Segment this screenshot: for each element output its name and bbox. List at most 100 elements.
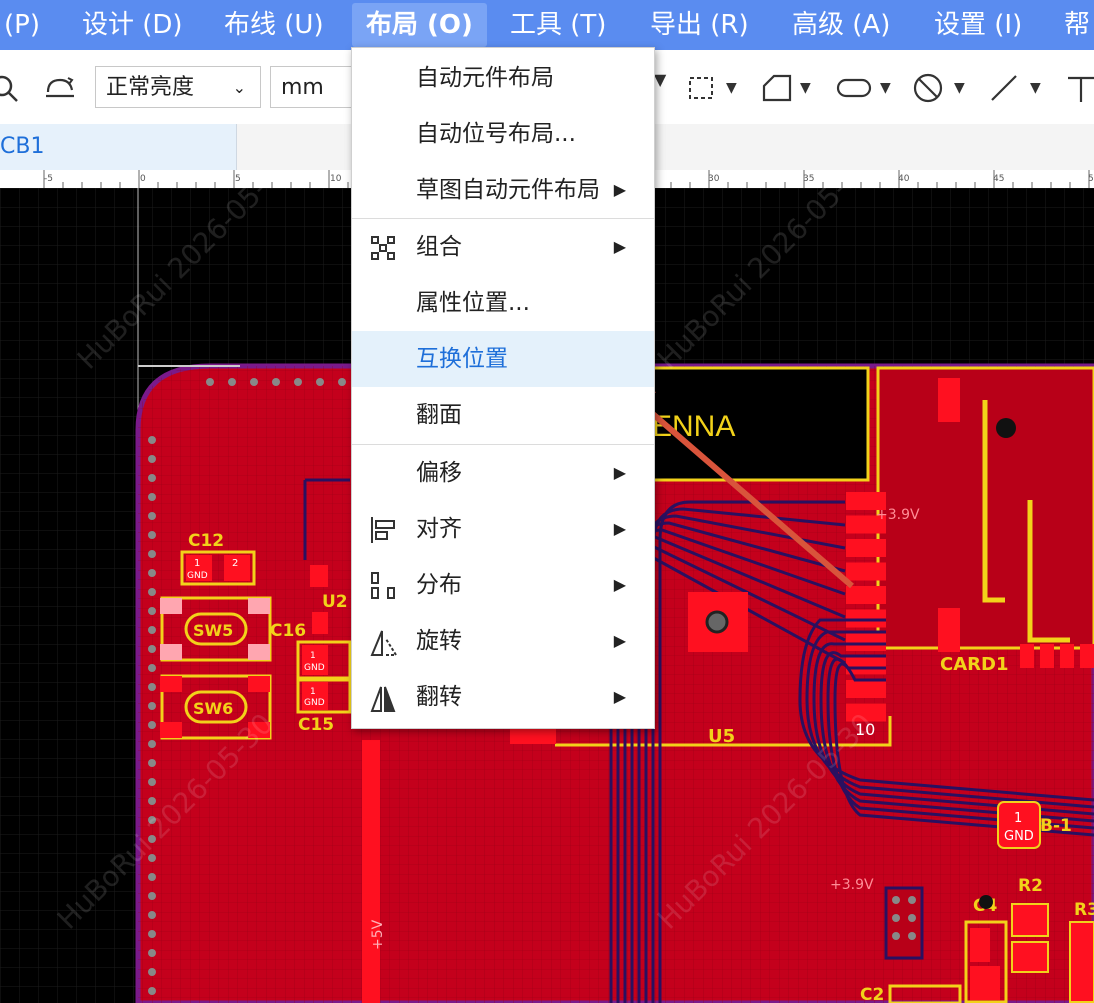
via [148, 778, 156, 786]
sw5-label: SW5 [193, 621, 233, 640]
menu-item-help[interactable]: 帮 [1050, 0, 1094, 50]
via [148, 512, 156, 520]
polygon-icon[interactable] [760, 70, 796, 106]
submenu-arrow-icon: ▶ [613, 180, 626, 199]
menu-auto-designator-place[interactable]: 自动位号布局... [352, 106, 654, 162]
unit-value: mm [281, 75, 324, 100]
menu-bar: (P) 设计 (D) 布线 (U) 布局 (O) 工具 (T) 导出 (R) 高… [0, 0, 1094, 50]
menu-item-place[interactable]: (P) [0, 0, 54, 50]
pad-net: GND [1004, 829, 1034, 844]
c2-label: C2 [860, 985, 884, 1003]
pad-number: 1 [1014, 811, 1022, 826]
c4-pad [970, 928, 990, 962]
menu-auto-place[interactable]: 自动元件布局 [352, 50, 654, 106]
via [148, 531, 156, 539]
no-entry-icon[interactable] [910, 70, 946, 106]
u2-pad [310, 565, 328, 587]
text-icon[interactable] [1064, 70, 1094, 106]
ruler-label: 45 [993, 174, 1004, 184]
module-pin [846, 539, 886, 557]
via [272, 378, 280, 386]
ruler-label: 0 [140, 174, 146, 184]
caret-icon[interactable]: ▼ [800, 80, 811, 96]
card-pad [938, 608, 960, 652]
brightness-select[interactable]: 正常亮度 ⌄ [95, 66, 261, 108]
via [338, 378, 346, 386]
u5-label: U5 [708, 726, 735, 747]
caret-icon[interactable]: ▼ [726, 80, 737, 96]
submenu-arrow-icon: ▶ [613, 575, 626, 594]
via [148, 873, 156, 881]
pad-number: 1 [310, 687, 316, 697]
menu-item-export[interactable]: 导出 (R) [636, 0, 763, 50]
tab-pcb1[interactable]: CB1 [0, 124, 237, 170]
power-trace [362, 740, 380, 1003]
via [148, 455, 156, 463]
module-pin [846, 633, 886, 651]
via [206, 378, 214, 386]
select-region-icon[interactable] [684, 70, 720, 106]
menu-swap-position[interactable]: 互换位置 [352, 331, 654, 387]
u2-pad [312, 612, 328, 634]
via [148, 664, 156, 672]
menu-group[interactable]: 组合 ▶ [352, 219, 654, 275]
menu-distribute[interactable]: 分布 ▶ [352, 557, 654, 613]
submenu-arrow-icon: ▶ [613, 519, 626, 538]
module-pin [846, 680, 886, 698]
menu-attribute-position[interactable]: 属性位置... [352, 275, 654, 331]
dropdown-caret-icon[interactable]: ▼ [654, 70, 666, 89]
via [148, 949, 156, 957]
item-label: 翻面 [416, 402, 462, 428]
menu-mirror[interactable]: 翻转 ▶ [352, 669, 654, 725]
r3-pad [1069, 921, 1094, 1003]
module-pin [846, 562, 886, 581]
zoom-icon[interactable] [0, 70, 24, 106]
menu-sketch-auto-place[interactable]: 草图自动元件布局 ▶ [352, 162, 654, 218]
pad-number: 1 [310, 651, 316, 661]
refresh-view-icon[interactable] [42, 70, 78, 106]
ellipse-icon[interactable] [834, 70, 874, 106]
submenu-arrow-icon: ▶ [613, 687, 626, 706]
c16-label: C16 [270, 621, 306, 641]
via [148, 588, 156, 596]
via [316, 378, 324, 386]
via [148, 683, 156, 691]
r2-pad [1011, 941, 1049, 973]
via [148, 759, 156, 767]
line-icon[interactable] [986, 70, 1022, 106]
pad-net: GND [304, 663, 325, 673]
menu-item-settings[interactable]: 设置 (I) [920, 0, 1036, 50]
menu-item-design[interactable]: 设计 (D) [68, 0, 197, 50]
caret-icon[interactable]: ▼ [880, 80, 891, 96]
menu-align[interactable]: 对齐 ▶ [352, 501, 654, 557]
via [148, 721, 156, 729]
menu-item-layout[interactable]: 布局 (O) [352, 3, 487, 47]
item-label: 属性位置... [416, 290, 530, 316]
r2-label: R2 [1018, 876, 1043, 896]
caret-icon[interactable]: ▼ [954, 80, 965, 96]
ruler-label: 30 [708, 174, 720, 184]
menu-item-tools[interactable]: 工具 (T) [496, 0, 620, 50]
layout-dropdown-menu: 自动元件布局 自动位号布局... 草图自动元件布局 ▶ 组合 ▶ 属性位置...… [351, 47, 655, 729]
net-label-5v: +5V [370, 919, 386, 950]
pad-number: 2 [232, 558, 238, 569]
ruler-label: 35 [803, 174, 814, 184]
menu-offset[interactable]: 偏移 ▶ [352, 445, 654, 501]
distribute-icon [371, 572, 395, 599]
submenu-arrow-icon: ▶ [613, 237, 626, 256]
caret-icon[interactable]: ▼ [1030, 80, 1041, 96]
via [148, 569, 156, 577]
chevron-down-icon: ⌄ [232, 78, 246, 97]
menu-flip-side[interactable]: 翻面 [352, 387, 654, 443]
ruler-label: 40 [898, 174, 910, 184]
via [148, 474, 156, 482]
item-label: 偏移 [416, 460, 462, 486]
menu-rotate[interactable]: 旋转 ▶ [352, 613, 654, 669]
item-label: 自动元件布局 [416, 65, 554, 91]
flip-icon [370, 686, 396, 712]
menu-item-route[interactable]: 布线 (U) [210, 0, 338, 50]
menu-item-advanced[interactable]: 高级 (A) [778, 0, 904, 50]
submenu-arrow-icon: ▶ [613, 463, 626, 482]
item-label: 组合 [416, 234, 462, 260]
align-left-icon [371, 517, 395, 543]
